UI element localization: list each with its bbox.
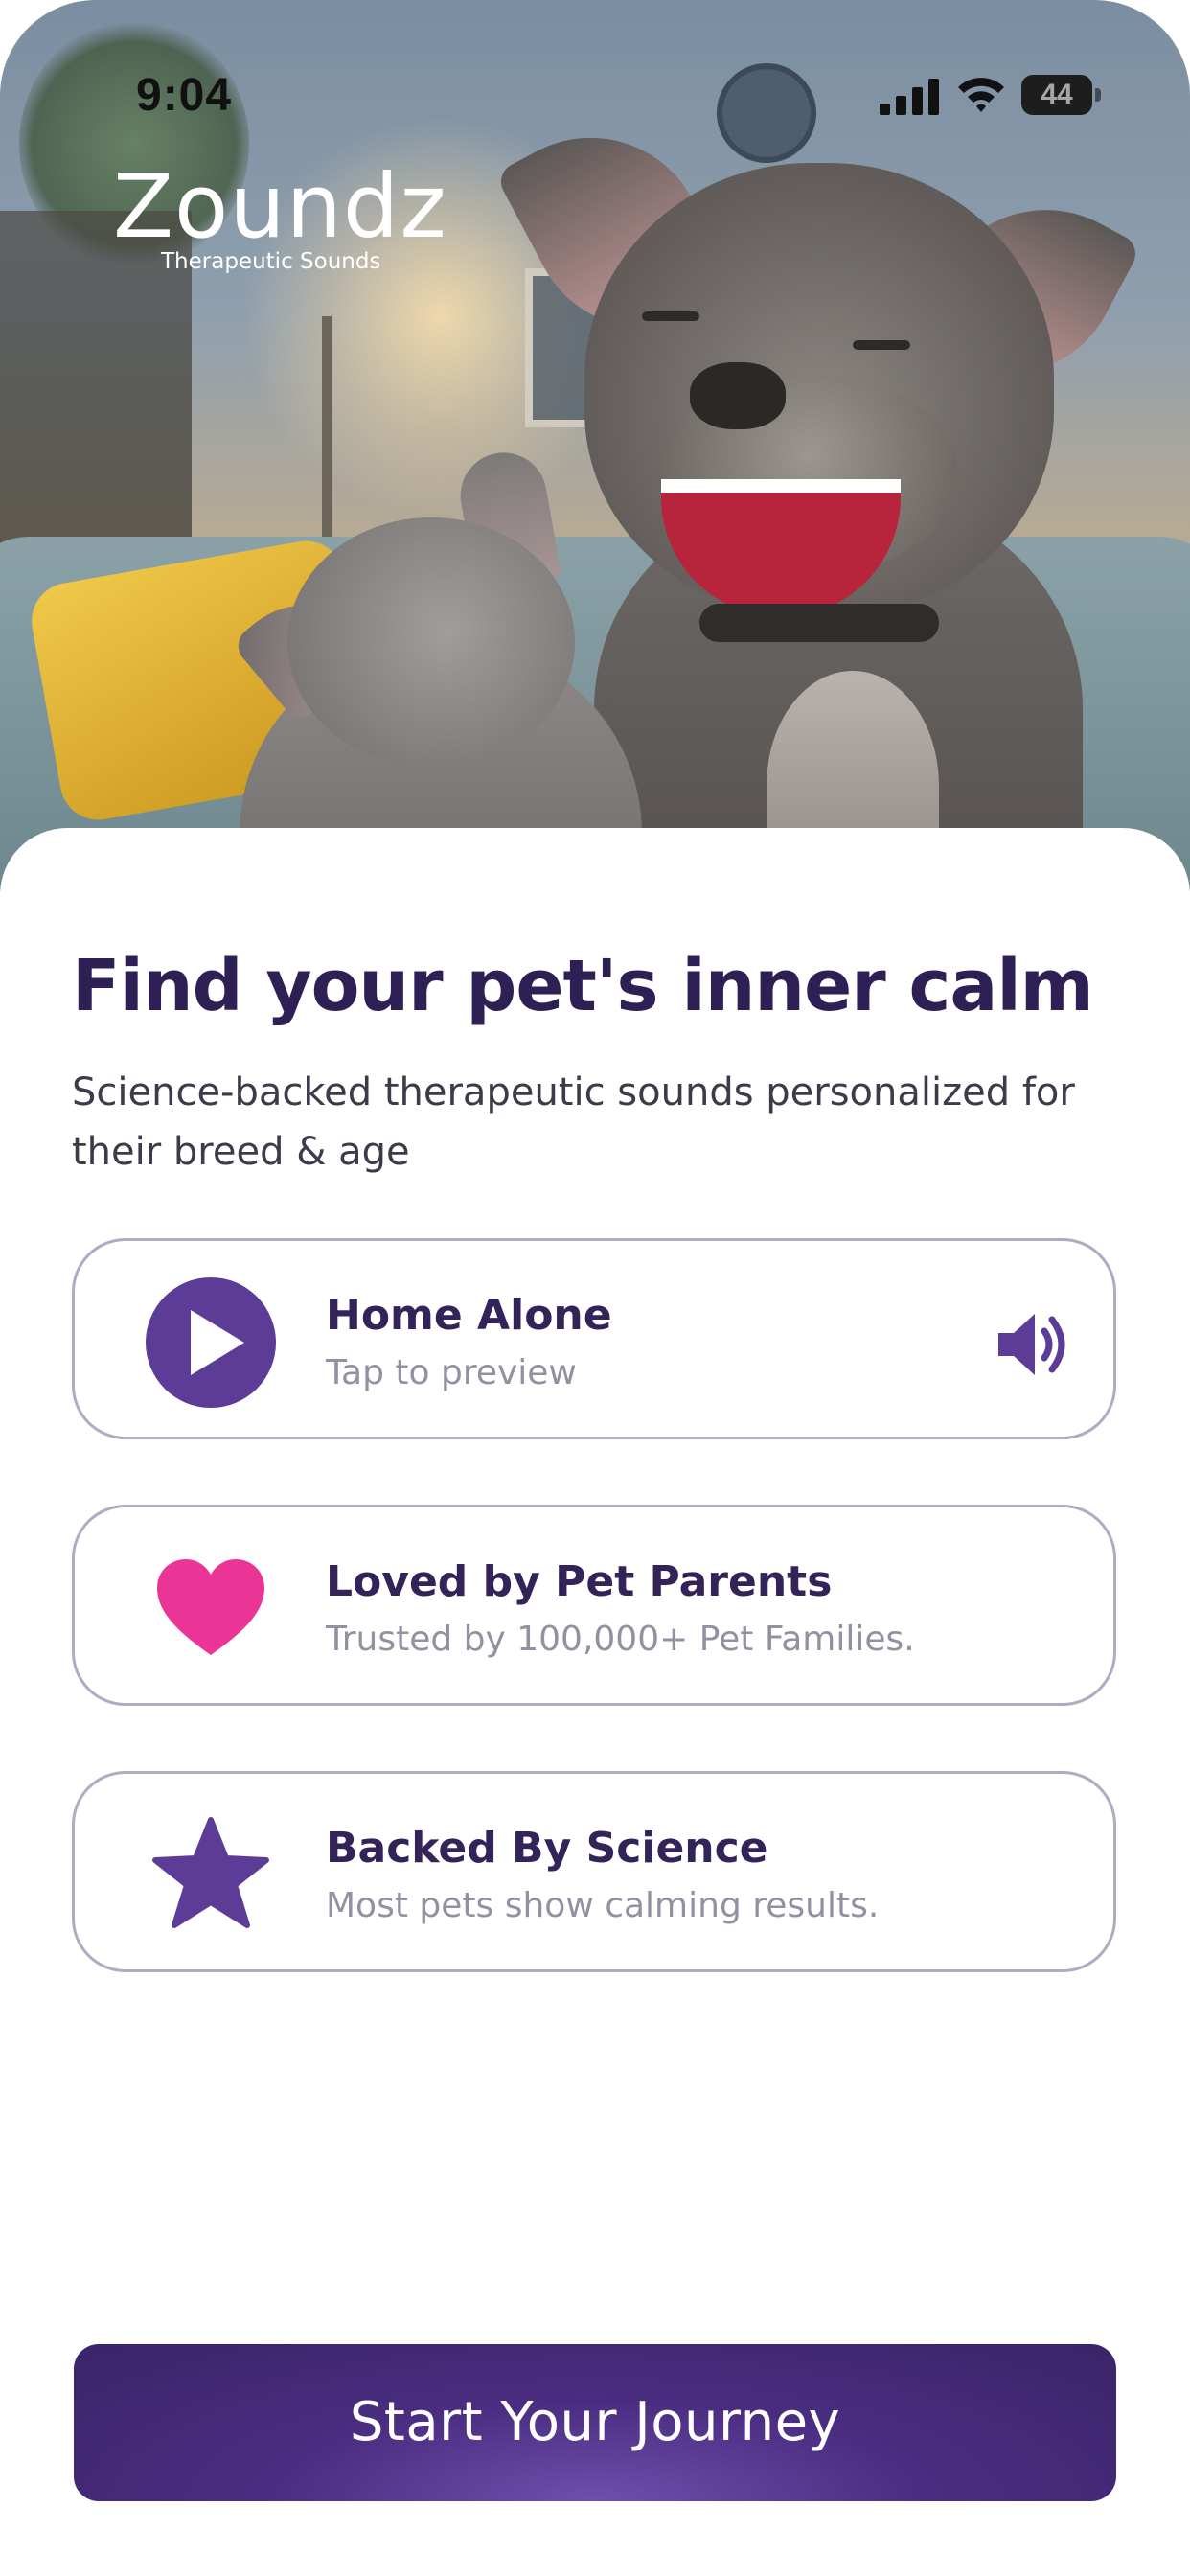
card-subtitle: Tap to preview bbox=[326, 1353, 577, 1392]
science-card: Backed By Science Most pets show calming… bbox=[72, 1771, 1116, 1972]
dog-eye-left bbox=[642, 311, 699, 321]
page-title: Find your pet's inner calm bbox=[72, 945, 1094, 1027]
dog-eye-right bbox=[853, 340, 910, 350]
cellular-signal-icon bbox=[880, 79, 939, 115]
heart-icon bbox=[157, 1559, 264, 1655]
brand-name: Zoundz bbox=[113, 155, 447, 258]
battery-icon: 44 bbox=[1021, 75, 1102, 115]
speaker-icon[interactable] bbox=[995, 1308, 1071, 1381]
card-title: Backed By Science bbox=[326, 1824, 768, 1873]
status-time: 9:04 bbox=[136, 70, 233, 121]
star-icon bbox=[152, 1817, 269, 1928]
onboarding-screen: 9:04 44 Zoundz Therapeutic Sounds Find y… bbox=[0, 0, 1190, 2576]
card-title: Home Alone bbox=[326, 1291, 612, 1340]
social-proof-card: Loved by Pet Parents Trusted by 100,000+… bbox=[72, 1505, 1116, 1706]
play-icon bbox=[146, 1277, 276, 1408]
start-journey-button[interactable]: Start Your Journey bbox=[74, 2344, 1116, 2501]
cat-head bbox=[287, 518, 575, 767]
brand-logo: Zoundz Therapeutic Sounds bbox=[113, 155, 447, 275]
content-sheet: Find your pet's inner calm Science-backe… bbox=[0, 828, 1190, 2576]
battery-level: 44 bbox=[1041, 79, 1073, 110]
page-subtitle: Science-backed therapeutic sounds person… bbox=[72, 1070, 1075, 1174]
play-button[interactable] bbox=[146, 1277, 276, 1408]
wifi-icon bbox=[958, 78, 1004, 112]
dog-collar bbox=[699, 604, 939, 642]
preview-sound-card[interactable]: Home Alone Tap to preview bbox=[72, 1238, 1116, 1439]
card-subtitle: Trusted by 100,000+ Pet Families. bbox=[326, 1620, 915, 1659]
dog-nose bbox=[690, 362, 786, 429]
card-subtitle: Most pets show calming results. bbox=[326, 1886, 880, 1925]
card-title: Loved by Pet Parents bbox=[326, 1557, 833, 1606]
